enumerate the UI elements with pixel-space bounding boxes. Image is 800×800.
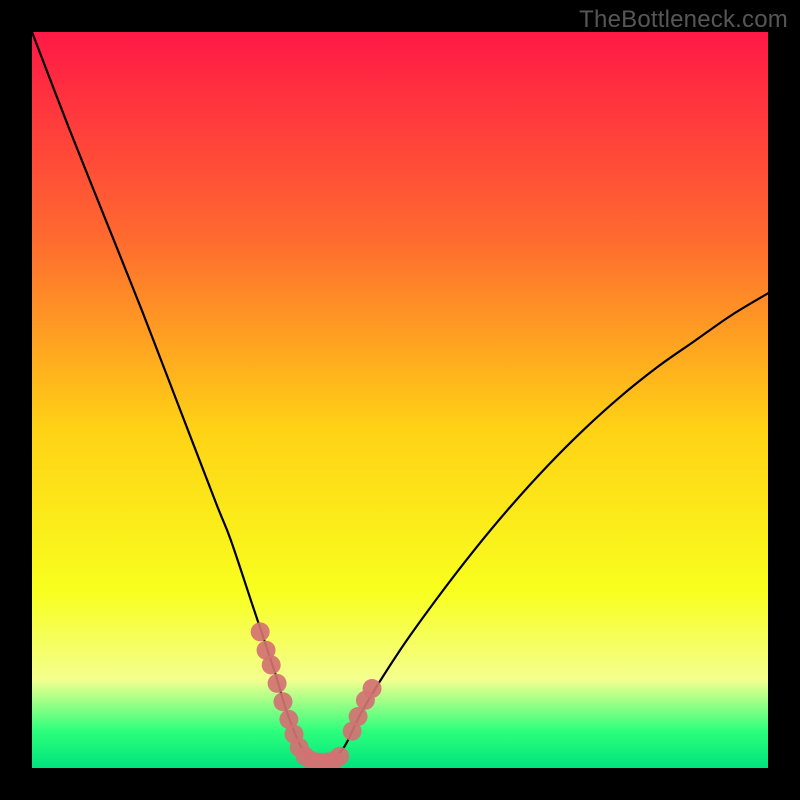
marker-dot	[273, 692, 292, 711]
gradient-bg	[32, 32, 768, 768]
chart-svg	[32, 32, 768, 768]
marker-dot	[330, 747, 349, 766]
marker-dot	[349, 707, 368, 726]
marker-dot	[268, 674, 287, 693]
marker-dot	[363, 679, 382, 698]
marker-dot	[262, 655, 281, 674]
watermark-text: TheBottleneck.com	[579, 6, 788, 34]
chart-frame: TheBottleneck.com	[0, 0, 800, 800]
plot-area	[32, 32, 768, 768]
marker-dot	[251, 622, 270, 641]
